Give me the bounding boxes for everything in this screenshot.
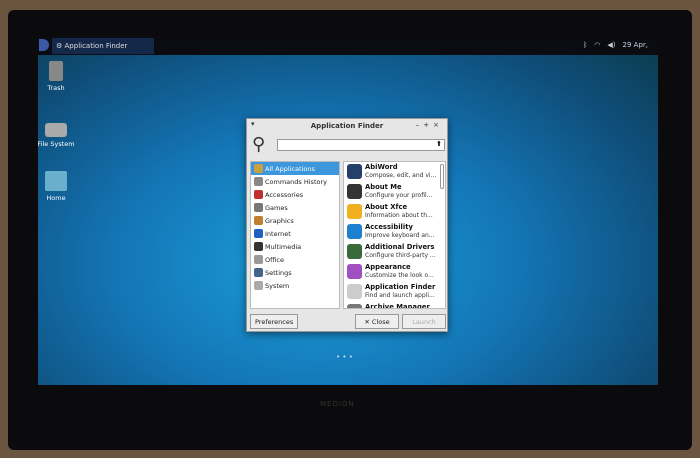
app-icon [347, 204, 362, 219]
category-item[interactable]: Games [251, 201, 339, 214]
app-icon [347, 164, 362, 179]
category-icon [254, 281, 263, 290]
category-item[interactable]: Office [251, 253, 339, 266]
drive-icon [45, 123, 67, 137]
category-icon [254, 255, 263, 264]
window-menu-icon[interactable]: ▾ [251, 120, 255, 128]
taskbar-item[interactable]: ⚙ Application Finder [52, 38, 154, 54]
desktop-icon-home[interactable]: Home [38, 171, 86, 202]
category-icon [254, 229, 263, 238]
wifi-icon[interactable]: ◠ [594, 41, 600, 49]
category-icon [254, 242, 263, 251]
application-finder-window: ▾ Application Finder –+× ⚲ ⬆ All Applicati… [246, 118, 448, 332]
category-icon [254, 268, 263, 277]
category-icon [254, 190, 263, 199]
category-item[interactable]: All Applications [251, 162, 339, 175]
app-icon [347, 244, 362, 259]
top-panel: ⚙ Application Finder ᛒ ◠ ◀) 29 Apr, [38, 37, 658, 55]
application-list: AbiWord Compose, edit, and vi... About Me C… [343, 161, 446, 309]
window-controls[interactable]: –+× [416, 121, 443, 129]
home-folder-icon [45, 171, 67, 191]
app-finder-icon: ⚙ [56, 42, 65, 50]
app-icon [347, 224, 362, 239]
app-item[interactable]: Application Finder Find and launch appli.… [344, 282, 445, 302]
category-item[interactable]: Commands History [251, 175, 339, 188]
category-icon [254, 177, 263, 186]
loading-indicator: • • • [336, 353, 353, 361]
category-item[interactable]: Multimedia [251, 240, 339, 253]
app-icon [347, 304, 362, 308]
app-icon [347, 284, 362, 299]
close-button[interactable]: ✕ Close [355, 314, 399, 329]
applications-menu-button[interactable] [39, 39, 49, 51]
category-item[interactable]: System [251, 279, 339, 292]
category-icon [254, 216, 263, 225]
category-icon [254, 164, 263, 173]
app-item[interactable]: Accessibility Improve keyboard an... [344, 222, 445, 242]
category-item[interactable]: Accessories [251, 188, 339, 201]
search-input[interactable]: ⬆ [277, 139, 445, 151]
bezel-brand: MEDION [320, 400, 355, 408]
category-item[interactable]: Internet [251, 227, 339, 240]
preferences-button[interactable]: Preferences [250, 314, 299, 329]
category-item[interactable]: Graphics [251, 214, 339, 227]
desktop-icon-file-system[interactable]: File System [38, 119, 86, 148]
app-item[interactable]: AbiWord Compose, edit, and vi... [344, 162, 445, 182]
category-icon [254, 203, 263, 212]
app-item[interactable]: About Me Configure your profil... [344, 182, 445, 202]
app-item[interactable]: About Xfce Information about th... [344, 202, 445, 222]
bluetooth-icon[interactable]: ᛒ [583, 41, 587, 49]
clock[interactable]: 29 Apr, [623, 41, 648, 49]
title-bar: ▾ Application Finder –+× [251, 120, 443, 130]
search-icon: ⚲ [252, 134, 266, 155]
app-item[interactable]: Archive Manager [344, 302, 445, 308]
app-icon [347, 264, 362, 279]
app-icon [347, 184, 362, 199]
category-item[interactable]: Settings [251, 266, 339, 279]
screen: ⚙ Application Finder ᛒ ◠ ◀) 29 Apr, Tras… [38, 37, 658, 385]
trash-icon [49, 61, 63, 81]
volume-icon[interactable]: ◀) [607, 41, 615, 49]
category-list: All Applications Commands History Accessor… [250, 161, 340, 309]
launch-button[interactable]: Launch [402, 314, 446, 329]
app-item[interactable]: Appearance Customize the look o... [344, 262, 445, 282]
app-item[interactable]: Additional Drivers Configure third-party … [344, 242, 445, 262]
desktop-icon-trash[interactable]: Trash [38, 61, 86, 92]
